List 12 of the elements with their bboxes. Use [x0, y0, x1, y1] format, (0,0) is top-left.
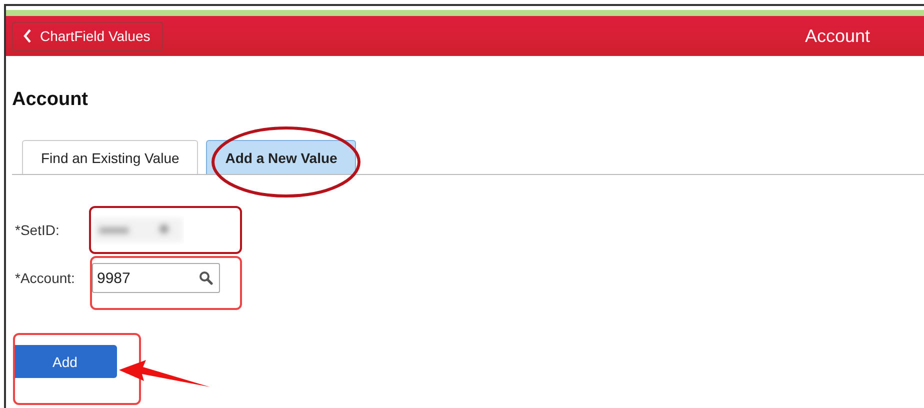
search-icon[interactable]: [199, 271, 213, 285]
add-button[interactable]: Add: [13, 345, 117, 378]
account-field[interactable]: 9987: [92, 263, 220, 293]
field-value: 9987: [97, 270, 130, 286]
field-label: *Account:: [15, 270, 76, 286]
chevron-left-icon: [23, 29, 32, 43]
page-title: Account: [12, 89, 89, 111]
tab[interactable]: Add a New Value: [206, 140, 356, 174]
field-label: *SetID:: [15, 222, 60, 238]
back-button[interactable]: ChartField Values: [12, 22, 164, 50]
tab[interactable]: Find an Existing Value: [22, 140, 198, 174]
header-title: Account: [804, 26, 870, 46]
